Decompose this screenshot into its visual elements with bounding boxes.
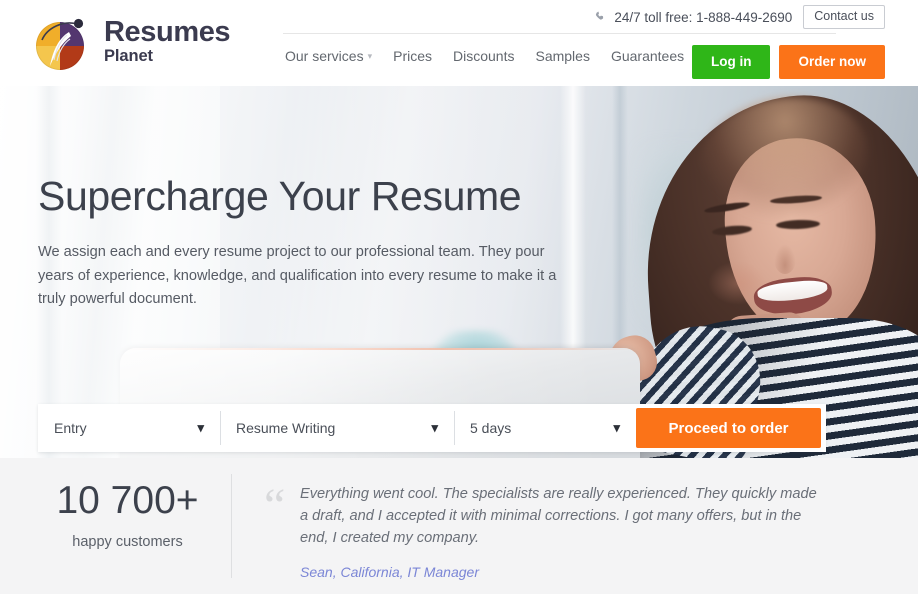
band-divider <box>231 474 232 578</box>
hero-title: Supercharge Your Resume <box>38 173 522 219</box>
logo-line-2: Planet <box>104 46 153 65</box>
logo-line-1: Resumes <box>104 15 231 48</box>
hero-section: Supercharge Your Resume We assign each a… <box>0 86 918 458</box>
order-form: Entry ▾ Resume Writing ▾ 5 days ▾ Procee… <box>38 404 826 452</box>
nav-label: Our services <box>285 48 364 64</box>
academic-level-value: Entry <box>54 420 87 436</box>
nav-item-prices[interactable]: Prices <box>393 48 432 64</box>
logo-wordmark: Resumes Planet <box>104 15 231 67</box>
deadline-value: 5 days <box>470 420 512 436</box>
chevron-down-icon: ▾ <box>367 50 373 61</box>
proceed-to-order-button[interactable]: Proceed to order <box>636 408 821 448</box>
nav-item-samples[interactable]: Samples <box>535 48 589 64</box>
hero-subtitle: We assign each and every resume project … <box>38 244 557 308</box>
happy-customers-stat: 10 700+ happy customers <box>35 479 220 550</box>
nav-item-our-services[interactable]: Our services ▾ <box>285 48 372 64</box>
testimonial-band: 10 700+ happy customers “ Everything wen… <box>0 458 918 594</box>
top-contact-row: 24/7 toll free: 1-888-449-2690 Contact u… <box>595 5 885 29</box>
order-now-button[interactable]: Order now <box>779 45 885 79</box>
nav-item-discounts[interactable]: Discounts <box>453 48 514 64</box>
header-actions: Log in Order now <box>691 45 885 79</box>
testimonial-text: Everything went cool. The specialists ar… <box>300 486 817 546</box>
chevron-down-icon: ▾ <box>613 420 620 435</box>
testimonial-author-link[interactable]: Sean, California, IT Manager <box>300 564 479 580</box>
testimonial-body: Everything went cool. The specialists ar… <box>300 484 820 582</box>
proceed-button-wrap: Proceed to order <box>636 404 826 452</box>
stat-number: 10 700+ <box>56 479 199 522</box>
logo[interactable]: Resumes Planet <box>33 10 231 74</box>
contact-us-button[interactable]: Contact us <box>803 5 885 29</box>
academic-level-select[interactable]: Entry ▾ <box>38 404 220 452</box>
nav-item-guarantees[interactable]: Guarantees <box>611 48 684 64</box>
phone-icon <box>595 11 608 24</box>
log-in-button[interactable]: Log in <box>691 45 771 79</box>
interview-badge-icon: Interview <box>774 514 892 594</box>
chevron-down-icon: ▾ <box>431 420 438 435</box>
planet-quill-logo-icon <box>33 10 95 74</box>
site-header: Resumes Planet 24/7 toll free: 1-888-449… <box>0 0 918 86</box>
main-nav: Our services ▾ Prices Discounts Samples … <box>285 48 740 64</box>
deadline-select[interactable]: 5 days ▾ <box>454 404 636 452</box>
chevron-down-icon: ▾ <box>197 420 204 435</box>
stat-label: happy customers <box>72 533 183 550</box>
header-divider <box>283 33 836 34</box>
service-type-select[interactable]: Resume Writing ▾ <box>220 404 454 452</box>
phone-block: 24/7 toll free: 1-888-449-2690 <box>595 10 792 25</box>
quote-icon: “ <box>264 479 286 532</box>
phone-text: 24/7 toll free: 1-888-449-2690 <box>614 9 793 25</box>
service-type-value: Resume Writing <box>236 420 336 436</box>
hero-copy: Supercharge Your Resume We assign each a… <box>38 173 578 312</box>
landing-page: Resumes Planet 24/7 toll free: 1-888-449… <box>0 0 918 594</box>
